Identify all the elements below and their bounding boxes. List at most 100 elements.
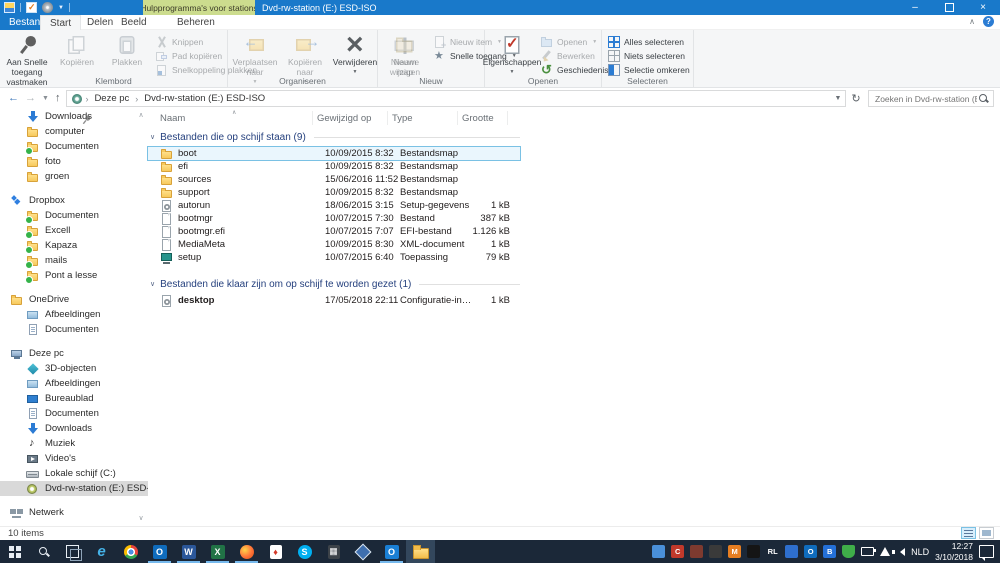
tray-outlook-icon[interactable]: O <box>804 545 817 558</box>
chevron-down-icon[interactable]: ∨ <box>150 280 155 288</box>
sidebar-item-documenten[interactable]: Documenten <box>0 322 148 337</box>
file-row-bootmgr-efi[interactable]: bootmgr.efi10/07/2015 7:07EFI-bestand1.1… <box>148 225 520 238</box>
tray-network-icon[interactable] <box>880 547 890 556</box>
file-row-support[interactable]: support10/09/2015 8:32Bestandsmap <box>148 186 520 199</box>
column-header-gewijzigd-op[interactable]: Gewijzigd op <box>313 111 388 125</box>
taskbar-task-view-button[interactable] <box>58 540 87 563</box>
search-icon[interactable] <box>979 94 989 104</box>
recent-locations-caret[interactable]: ▼ <box>42 95 49 102</box>
sidebar-item-excell[interactable]: Excell <box>0 223 148 238</box>
sidebar-item-mails[interactable]: mails <box>0 253 148 268</box>
taskbar-solitaire-button[interactable]: ♦ <box>261 540 290 563</box>
file-row-boot[interactable]: boot10/09/2015 8:32Bestandsmap <box>148 147 520 160</box>
close-button[interactable]: × <box>966 0 1000 15</box>
openen-button[interactable]: Openen▼ <box>537 35 612 48</box>
sidebar-item-pont-a-lesse[interactable]: Pont a lesse <box>0 268 148 283</box>
tray-app-5-icon[interactable]: M <box>728 545 741 558</box>
action-center-icon[interactable] <box>979 545 994 558</box>
help-icon[interactable]: ? <box>983 16 994 27</box>
column-header-type[interactable]: Type <box>388 111 458 125</box>
sidebar-item-onedrive[interactable]: OneDrive <box>0 292 148 307</box>
taskbar-outlook-button[interactable]: O <box>145 540 174 563</box>
taskbar-edge-button[interactable]: e <box>87 540 116 563</box>
taskbar-file-explorer-button[interactable] <box>406 540 435 563</box>
sidebar-item-computer[interactable]: computer <box>0 124 148 139</box>
taskbar-outlook-2-button[interactable]: O <box>377 540 406 563</box>
tray-app-4-icon[interactable] <box>709 545 722 558</box>
taskbar-excel-button[interactable]: X <box>203 540 232 563</box>
sidebar-item-documenten[interactable]: Documenten <box>0 208 148 223</box>
clock[interactable]: 12:273/10/2018 <box>935 541 973 561</box>
breadcrumb-drive[interactable]: Dvd-rw-station (E:) ESD-ISO <box>138 93 271 104</box>
qat-customize-caret[interactable]: ▼ <box>58 5 64 11</box>
bewerken-button[interactable]: Bewerken <box>537 49 612 62</box>
file-row-setup[interactable]: setup10/07/2015 6:40Toepassing79 kB <box>148 251 520 264</box>
sidebar-item-foto[interactable]: foto <box>0 154 148 169</box>
sidebar-item-dvd-rw-station-e-esd-iso[interactable]: Dvd-rw-station (E:) ESD-ISO <box>0 481 148 496</box>
refresh-icon[interactable]: ↻ <box>848 92 864 105</box>
properties-quick-icon[interactable] <box>26 2 37 13</box>
chevron-down-icon[interactable]: ∨ <box>150 133 155 141</box>
sidebar-item-downloads[interactable]: Downloads <box>0 421 148 436</box>
language-indicator[interactable]: NLD <box>911 547 929 557</box>
niets-selecteren-button[interactable]: Niets selecteren <box>604 49 693 62</box>
column-header-naam[interactable]: Naam <box>148 111 313 125</box>
tab-start[interactable]: Start <box>40 15 81 30</box>
sidebar-item-afbeeldingen[interactable]: Afbeeldingen <box>0 307 148 322</box>
plakken-button[interactable]: Plakken <box>102 32 152 69</box>
taskbar-firefox-button[interactable] <box>232 540 261 563</box>
tray-app-6-icon[interactable] <box>747 545 760 558</box>
sidebar-item-downloads[interactable]: Downloads <box>0 109 148 124</box>
alles-selecteren-button[interactable]: Alles selecteren <box>604 35 693 48</box>
tray-defender-icon[interactable] <box>842 545 855 558</box>
up-button[interactable]: ↑ <box>55 93 61 104</box>
column-header-grootte[interactable]: Grootte <box>458 111 508 125</box>
back-button[interactable]: ← <box>8 93 19 104</box>
sidebar-item-kapaza[interactable]: Kapaza <box>0 238 148 253</box>
sidebar-item-bureaublad[interactable]: Bureaublad <box>0 391 148 406</box>
taskbar-virtualbox-button[interactable] <box>348 540 377 563</box>
ribbon-collapse-icon[interactable]: ∧ <box>969 17 975 26</box>
restore-button[interactable] <box>932 0 966 15</box>
search-box[interactable] <box>868 90 994 107</box>
tray-app-3-icon[interactable] <box>690 545 703 558</box>
taskbar-search-button[interactable] <box>29 540 58 563</box>
group-header-2[interactable]: ∨Bestanden die klaar zijn om op schijf t… <box>148 277 520 291</box>
file-row-sources[interactable]: sources15/06/2016 11:52Bestandsmap <box>148 173 520 186</box>
tray-app-1-icon[interactable] <box>652 545 665 558</box>
details-view-button[interactable] <box>961 527 976 539</box>
address-breadcrumb-box[interactable]: › Deze pc › Dvd-rw-station (E:) ESD-ISO … <box>66 90 846 107</box>
minimize-button[interactable]: – <box>898 0 932 15</box>
sidebar-item-documenten[interactable]: Documenten <box>0 406 148 421</box>
sidebar-item-3d-objecten[interactable]: 3D-objecten <box>0 361 148 376</box>
kopi-ren-button[interactable]: Kopiëren <box>52 32 102 69</box>
tab-beeld[interactable]: Beeld <box>112 15 156 30</box>
tray-battery-icon[interactable] <box>861 547 874 556</box>
file-row-mediameta[interactable]: MediaMeta10/09/2015 8:30XML-document1 kB <box>148 238 520 251</box>
selectie-omkeren-button[interactable]: Selectie omkeren <box>604 63 693 76</box>
sidebar-item-muziek[interactable]: Muziek <box>0 436 148 451</box>
eigenschappen-button[interactable]: Eigenschappen▼ <box>487 32 537 76</box>
tray-app-8-icon[interactable] <box>785 545 798 558</box>
taskbar-start-button[interactable] <box>0 540 29 563</box>
sidebar-item-groen[interactable]: groen <box>0 169 148 184</box>
sidebar-item-documenten[interactable]: Documenten <box>0 139 148 154</box>
thumbnails-view-button[interactable] <box>979 527 994 539</box>
file-row-bootmgr[interactable]: bootmgr10/07/2015 7:30Bestand387 kB <box>148 212 520 225</box>
tray-app-2-icon[interactable]: C <box>671 545 684 558</box>
sidebar-item-lokale-schijf-c[interactable]: Lokale schijf (C:) <box>0 466 148 481</box>
taskbar-skype-button[interactable]: S <box>290 540 319 563</box>
group-header-1[interactable]: ∨Bestanden die op schijf staan (9) <box>148 130 520 144</box>
breadcrumb-deze-pc[interactable]: Deze pc <box>88 93 135 104</box>
taskbar-word-button[interactable]: W <box>174 540 203 563</box>
file-row-autorun[interactable]: autorun18/06/2015 3:15Setup-gegevens1 kB <box>148 199 520 212</box>
sidebar-item-video-s[interactable]: Video's <box>0 451 148 466</box>
sidebar-item-afbeeldingen[interactable]: Afbeeldingen <box>0 376 148 391</box>
tray-bluetooth-icon[interactable]: B <box>823 545 836 558</box>
nieuwe-map-button[interactable]: Nieuwe map <box>380 32 430 79</box>
geschiedenis-button[interactable]: Geschiedenis <box>537 63 612 76</box>
sidebar-item-dropbox[interactable]: Dropbox <box>0 193 148 208</box>
file-row-desktop[interactable]: desktop17/05/2018 22:11Configuratie-inst… <box>148 294 520 307</box>
tray-app-7-icon[interactable]: RL <box>766 545 779 558</box>
sidebar-item-netwerk[interactable]: Netwerk <box>0 505 148 520</box>
